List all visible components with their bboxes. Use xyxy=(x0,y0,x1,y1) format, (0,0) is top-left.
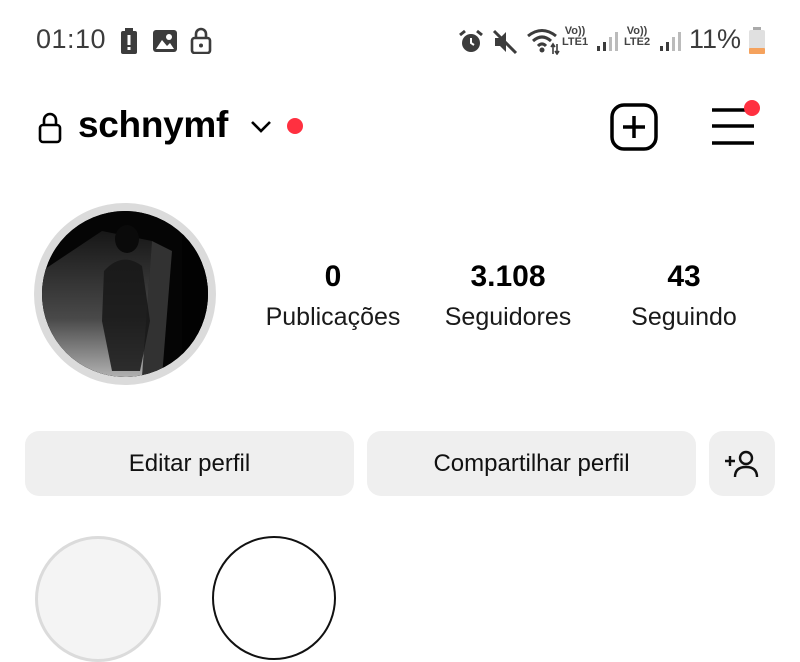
new-highlight-button[interactable] xyxy=(212,536,336,660)
discover-people-button[interactable] xyxy=(709,431,775,496)
edit-profile-label: Editar perfil xyxy=(128,449,251,477)
status-bar: 01:10 Vo)) LTE1 Vo)) LTE2 11% xyxy=(0,0,800,80)
story-highlight[interactable] xyxy=(35,536,161,662)
add-person-icon xyxy=(725,450,759,477)
sim1-lte-label: LTE1 xyxy=(562,36,589,48)
stat-followers-label: Seguidores xyxy=(444,303,572,331)
share-profile-button[interactable]: Compartilhar perfil xyxy=(367,431,696,496)
battery-alert-icon xyxy=(121,28,137,54)
stat-posts[interactable]: 0 Publicações xyxy=(253,258,413,334)
lock-icon xyxy=(190,27,212,54)
stat-posts-label: Publicações xyxy=(265,303,401,331)
sim2-indicator: Vo)) LTE2 xyxy=(624,26,650,48)
signal-icon xyxy=(660,32,681,51)
sim2-lte-label: LTE2 xyxy=(624,36,651,48)
image-icon xyxy=(153,30,177,52)
share-profile-label: Compartilhar perfil xyxy=(433,449,630,477)
edit-profile-button[interactable]: Editar perfil xyxy=(25,431,354,496)
create-post-icon[interactable] xyxy=(610,103,658,151)
stat-following-value: 43 xyxy=(667,260,701,293)
stat-following-label: Seguindo xyxy=(631,303,737,331)
stat-following[interactable]: 43 Seguindo xyxy=(604,258,764,334)
menu-icon[interactable] xyxy=(708,98,766,150)
username[interactable]: schnymf xyxy=(78,104,228,146)
wifi-icon xyxy=(527,29,560,55)
notification-dot xyxy=(287,118,303,134)
sim1-indicator: Vo)) LTE1 xyxy=(562,26,588,48)
lock-icon xyxy=(38,112,62,144)
alarm-icon xyxy=(459,29,483,52)
signal-icon xyxy=(597,32,618,51)
stat-followers[interactable]: 3.108 Seguidores xyxy=(428,258,588,334)
avatar-image xyxy=(42,211,208,377)
stat-followers-value: 3.108 xyxy=(470,260,546,293)
status-time: 01:10 xyxy=(36,24,107,54)
battery-icon xyxy=(749,27,765,54)
stat-posts-value: 0 xyxy=(324,260,342,293)
avatar[interactable] xyxy=(42,211,208,377)
battery-percent: 11% xyxy=(689,24,742,54)
chevron-down-icon[interactable] xyxy=(250,120,272,134)
mute-icon xyxy=(492,29,518,55)
